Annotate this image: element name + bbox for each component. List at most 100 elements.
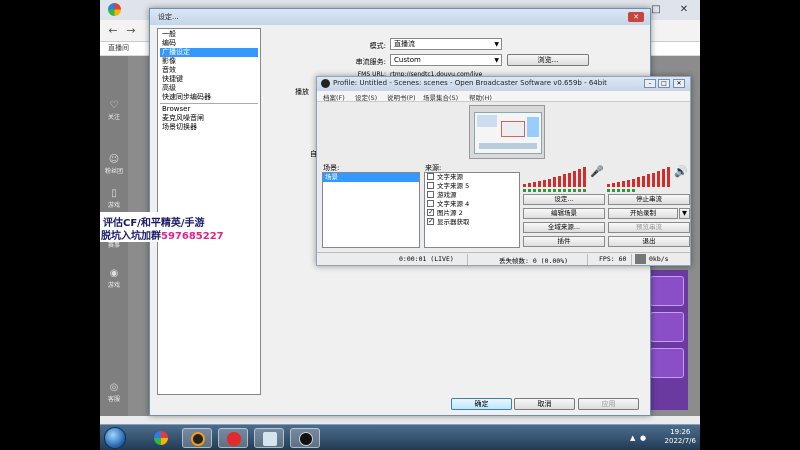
back-arrow-icon[interactable]: ← xyxy=(106,24,120,38)
source-checkbox[interactable] xyxy=(427,181,434,189)
menu-manual[interactable]: 说明书(P) xyxy=(387,92,416,102)
source-item[interactable]: 游戏源 xyxy=(425,190,519,200)
menu-file[interactable]: 档案(F) xyxy=(323,92,345,102)
plugins-button[interactable]: 插件 xyxy=(523,236,605,247)
service-label: 串流服务: xyxy=(355,58,386,66)
exit-button[interactable]: 退出 xyxy=(608,236,690,247)
clock-time: 19:26 xyxy=(670,428,691,436)
sidebar-item-follow[interactable]: ♡ 关注 xyxy=(100,100,128,121)
chevron-down-icon: ▼ xyxy=(494,57,499,64)
source-checkbox[interactable] xyxy=(427,208,434,217)
start-record-button[interactable]: 开始录制 xyxy=(608,208,678,219)
chevron-down-icon: ▼ xyxy=(494,41,499,48)
overlay-ad[interactable]: 评估CF/和平精英/手游 脱坑入坑加群597685227 xyxy=(100,212,224,242)
bookmark-live-room[interactable]: 直播间 xyxy=(108,43,129,53)
sidebar-item-games[interactable]: ▯ 游戏 xyxy=(100,188,128,209)
user-icon: ☺ xyxy=(108,154,120,165)
stop-stream-button[interactable]: 停止串流 xyxy=(608,194,690,205)
global-sources-button[interactable]: 全域来源... xyxy=(523,222,605,233)
category-encoding[interactable]: 编码 xyxy=(160,39,258,48)
g-app-icon xyxy=(191,432,205,446)
tray-volume-icon[interactable]: ● xyxy=(640,434,646,442)
cancel-button[interactable]: 取消 xyxy=(514,398,575,410)
taskbar-music[interactable] xyxy=(218,428,248,448)
obs-window: Profile: Untitled - Scenes: scenes - Ope… xyxy=(316,76,691,266)
obs-maximize-button[interactable]: □ xyxy=(658,79,670,88)
taskbar-app-g[interactable] xyxy=(182,428,212,448)
taskbar-browser[interactable] xyxy=(146,428,176,448)
tray-flag-icon[interactable]: ▲ xyxy=(630,434,635,442)
window-close-button[interactable]: ✕ xyxy=(670,0,698,20)
source-checkbox[interactable] xyxy=(427,172,434,180)
edit-scene-button[interactable]: 编辑场景 xyxy=(523,208,605,219)
clock-date: 2022/7/6 xyxy=(664,437,696,445)
menu-settings[interactable]: 设定(S) xyxy=(355,92,377,102)
obs-close-button[interactable]: ✕ xyxy=(673,79,685,88)
menu-help[interactable]: 帮助(H) xyxy=(469,92,492,102)
source-item[interactable]: 文字来源 5 xyxy=(425,181,519,191)
category-scene-switcher[interactable]: 场景切换器 xyxy=(160,123,258,132)
taskbar-obs[interactable] xyxy=(290,428,320,448)
sources-list: 文字来源 文字来源 5 游戏源 文字来源 4 图片源 2 显示器获取 xyxy=(424,172,520,248)
obs-app-icon xyxy=(299,432,313,446)
sidebar-item-fans[interactable]: ☺ 粉丝团 xyxy=(100,154,128,175)
source-item[interactable]: 显示器获取 xyxy=(425,217,519,227)
desktop-audio-meter xyxy=(523,165,587,187)
game-controller-icon: ◉ xyxy=(109,268,119,279)
preview-stream-button[interactable]: 预览串流 xyxy=(608,222,690,233)
forward-arrow-icon[interactable]: → xyxy=(124,24,138,38)
browse-button[interactable]: 浏览... xyxy=(507,54,589,66)
promo-card[interactable] xyxy=(650,348,684,378)
sidebar-item-support[interactable]: ◎ 客服 xyxy=(100,382,128,403)
taskbar: ▲ ● 19:26 2022/7/6 xyxy=(100,424,700,450)
category-advanced[interactable]: 高级 xyxy=(160,84,258,93)
close-icon[interactable]: ✕ xyxy=(628,12,644,22)
bitrate-readout: 0kb/s xyxy=(649,255,669,263)
source-checkbox[interactable] xyxy=(427,217,434,226)
record-dropdown-button[interactable]: ▼ xyxy=(679,208,690,219)
obs-minimize-button[interactable]: – xyxy=(644,79,656,88)
menu-scene-collection[interactable]: 场景集合(S) xyxy=(423,92,458,102)
ad-number: 597685227 xyxy=(161,231,224,242)
speaker-icon[interactable]: 🔊 xyxy=(674,165,688,178)
source-checkbox[interactable] xyxy=(427,199,434,207)
stream-time: 0:00:01 (LIVE) xyxy=(399,255,454,263)
sidebar-item-mobile-games[interactable]: ◉ 游戏 xyxy=(100,268,128,289)
status-indicator xyxy=(635,254,646,264)
scenes-list: 场景 xyxy=(322,172,420,248)
obs-statusbar: 0:00:01 (LIVE) 丢失帧数: 0 (0.00%) FPS: 60 0… xyxy=(317,252,690,265)
ok-button[interactable]: 确定 xyxy=(451,398,512,410)
category-hotkeys[interactable]: 快捷键 xyxy=(160,75,258,84)
service-select[interactable]: Custom ▼ xyxy=(390,54,502,66)
apply-button[interactable]: 应用 xyxy=(578,398,639,410)
taskbar-settings-window[interactable] xyxy=(254,428,284,448)
desktop-screen: — □ ✕ ← → 直播间 ♡ 关注 ☺ 粉丝团 ▯ 游戏 ♛ 赛事 ◉ 游戏 xyxy=(100,0,700,450)
promo-card[interactable] xyxy=(650,276,684,306)
category-noise-gate[interactable]: 麦克风噪音闸 xyxy=(160,114,258,123)
fps-readout: FPS: 60 xyxy=(599,255,627,263)
settings-button[interactable]: 设定... xyxy=(523,194,605,205)
tray-clock[interactable]: 19:26 2022/7/6 xyxy=(665,428,696,446)
side-label: 播放 xyxy=(295,88,309,96)
category-video[interactable]: 影像 xyxy=(160,57,258,66)
category-browser[interactable]: Browser xyxy=(160,105,258,114)
mode-select[interactable]: 直播流 ▼ xyxy=(390,38,502,50)
browser-app-icon xyxy=(154,431,168,445)
category-general[interactable]: 一般 xyxy=(160,30,258,39)
promo-card[interactable] xyxy=(650,312,684,342)
headphones-icon: ◎ xyxy=(109,382,119,393)
source-item[interactable]: 图片源 2 xyxy=(425,208,519,218)
microphone-icon[interactable]: 🎤 xyxy=(590,165,604,178)
category-audio[interactable]: 音效 xyxy=(160,66,258,75)
music-app-icon xyxy=(227,432,241,446)
category-broadcast[interactable]: 广播设定 xyxy=(160,48,258,57)
obs-menubar: 档案(F) 设定(S) 说明书(P) 场景集合(S) 帮助(H) xyxy=(317,91,690,102)
scene-item[interactable]: 场景 xyxy=(323,173,419,182)
source-item[interactable]: 文字来源 xyxy=(425,172,519,182)
mouse-icon: ▯ xyxy=(111,188,117,199)
mode-label: 模式: xyxy=(369,42,386,50)
category-quicksync[interactable]: 快速同步编码器 xyxy=(160,93,258,102)
source-checkbox[interactable] xyxy=(427,190,434,198)
start-button-icon[interactable] xyxy=(104,427,126,449)
source-item[interactable]: 文字来源 4 xyxy=(425,199,519,209)
